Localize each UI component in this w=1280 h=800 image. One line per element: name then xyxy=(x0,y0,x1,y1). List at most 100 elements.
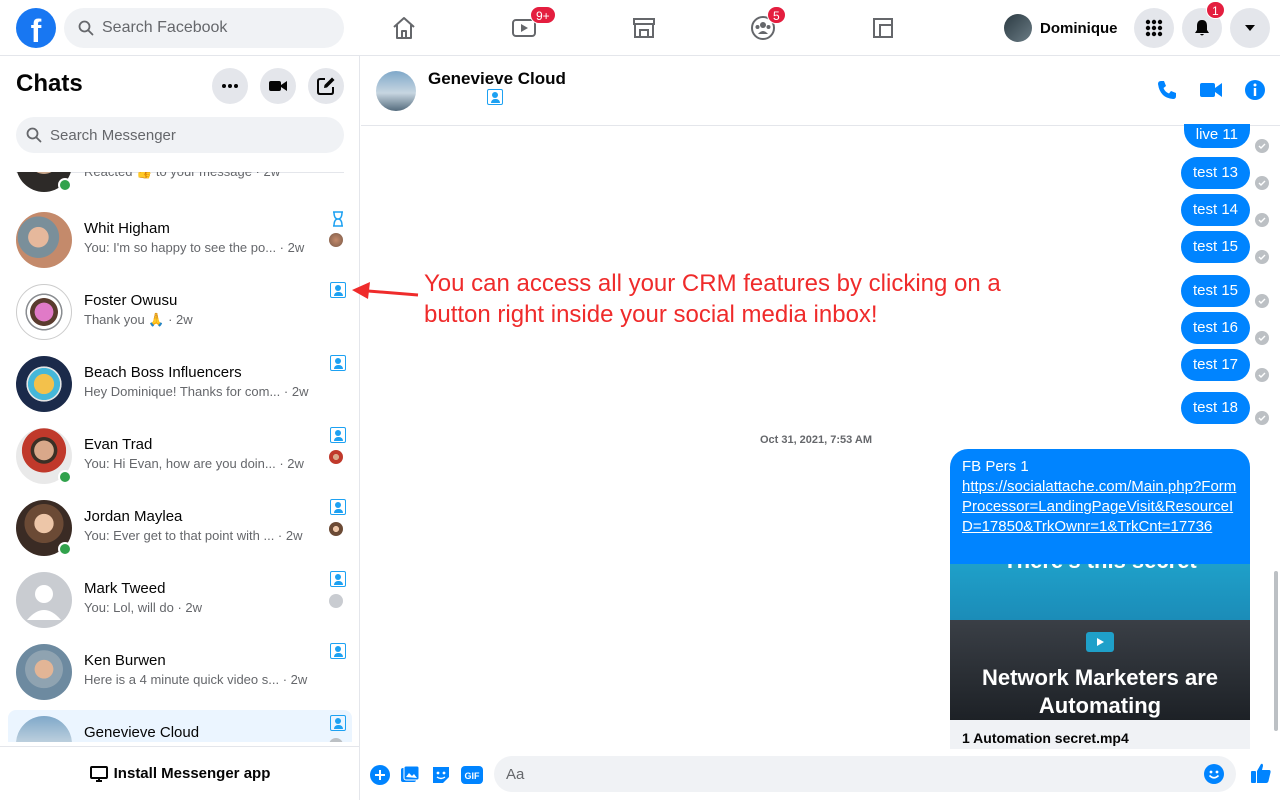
chat-item[interactable]: Jordan Maylea You: Ever get to that poin… xyxy=(8,494,352,562)
home-nav-button[interactable] xyxy=(386,10,422,46)
link-preview-card[interactable]: FB Pers 1 https://socialattache.com/Main… xyxy=(950,449,1250,749)
annotation-arrow xyxy=(352,282,419,299)
marketplace-nav-button[interactable] xyxy=(626,10,662,46)
image-icon xyxy=(401,765,420,782)
video-title: Network Marketers are Automating xyxy=(981,665,1218,718)
message-bubble[interactable]: test 16 xyxy=(1180,312,1250,344)
crm-button[interactable] xyxy=(330,499,346,515)
card-link[interactable]: https://socialattache.com/Main.php?FormP… xyxy=(962,478,1236,535)
chat-item[interactable]: Beach Boss Influencers Hey Dominique! Th… xyxy=(8,350,352,418)
message-timestamp: Oct 31, 2021, 7:53 AM xyxy=(759,434,873,446)
chat-item[interactable]: Reacted 👍 to your message · 2w xyxy=(8,172,352,198)
seen-avatar xyxy=(329,450,343,464)
conversation-info-button[interactable] xyxy=(1243,78,1267,102)
watch-nav-button[interactable]: 9+ xyxy=(506,6,556,46)
bell-icon xyxy=(1195,20,1209,36)
message-bubble[interactable]: test 14 xyxy=(1180,194,1250,226)
groups-nav-button[interactable]: 5 xyxy=(745,6,786,46)
facebook-search-input[interactable] xyxy=(102,19,322,37)
scrollbar[interactable] xyxy=(1274,571,1278,731)
contact-name[interactable]: Genevieve Cloud xyxy=(428,69,566,89)
message-bubble[interactable]: test 17 xyxy=(1180,349,1250,381)
contact-avatar[interactable] xyxy=(376,71,416,111)
messenger-search-input[interactable] xyxy=(50,126,310,144)
notifications-button[interactable]: 1 xyxy=(1182,1,1225,48)
message-bubble[interactable]: test 15 xyxy=(1180,231,1250,263)
profile-avatar xyxy=(1004,14,1032,42)
groups-badge: 5 xyxy=(767,6,786,24)
chat-name: Ken Burwen xyxy=(84,652,166,669)
conversation-header: Genevieve Cloud xyxy=(361,56,1280,126)
avatar xyxy=(16,356,72,412)
home-icon xyxy=(393,17,415,39)
gaming-nav-button[interactable] xyxy=(865,10,901,46)
facebook-search[interactable] xyxy=(64,8,344,48)
chat-name: Mark Tweed xyxy=(84,580,166,597)
crm-button[interactable] xyxy=(330,715,346,731)
phone-icon xyxy=(1158,81,1176,99)
message-bubble[interactable]: test 13 xyxy=(1180,157,1250,189)
crm-button[interactable] xyxy=(330,643,346,659)
chat-item[interactable]: Ken Burwen Here is a 4 minute quick vide… xyxy=(8,638,352,706)
delivered-check-icon xyxy=(1255,331,1269,345)
conversation-panel: Genevieve Cloud live 11 test 13 test 14 … xyxy=(361,56,1280,800)
sticker-button[interactable] xyxy=(430,764,452,786)
facebook-logo[interactable]: f xyxy=(16,8,56,49)
more-icon xyxy=(222,84,238,88)
menu-button[interactable] xyxy=(1134,8,1174,48)
chat-item-active[interactable]: Genevieve Cloud xyxy=(8,710,352,742)
grid-menu-icon xyxy=(1145,19,1163,37)
new-message-button[interactable] xyxy=(308,68,344,104)
video-camera-icon xyxy=(269,81,287,91)
default-avatar-icon xyxy=(27,585,61,620)
audio-call-button[interactable] xyxy=(1155,78,1179,102)
chat-preview: You: I'm so happy to see the po... · 2w xyxy=(84,240,305,255)
message-input[interactable] xyxy=(506,765,1186,783)
gaming-icon xyxy=(873,18,893,38)
emoji-icon[interactable] xyxy=(1204,764,1224,784)
message-bubble[interactable]: live 11 xyxy=(1183,124,1250,148)
install-messenger-button[interactable]: Install Messenger app xyxy=(0,746,359,800)
avatar xyxy=(16,284,72,340)
send-like-button[interactable] xyxy=(1250,762,1272,784)
avatar xyxy=(16,716,72,742)
sticker-icon xyxy=(433,767,449,783)
chat-preview: Reacted 👍 to your message · 2w xyxy=(84,172,280,180)
video-call-button[interactable] xyxy=(1199,78,1223,102)
crm-button[interactable] xyxy=(487,89,503,105)
account-button[interactable] xyxy=(1230,8,1270,48)
video-thumbnail[interactable]: Network Marketers are Automating xyxy=(950,620,1250,720)
new-room-button[interactable] xyxy=(260,68,296,104)
options-button[interactable] xyxy=(212,68,248,104)
annotation-text: You can access all your CRM features by … xyxy=(424,270,1001,328)
crm-button[interactable] xyxy=(330,282,346,298)
notifications-badge: 1 xyxy=(1206,1,1225,19)
search-icon xyxy=(78,20,94,36)
crm-button[interactable] xyxy=(330,355,346,371)
message-bubble[interactable]: test 15 xyxy=(1180,275,1250,307)
avatar xyxy=(16,572,72,628)
gif-button[interactable]: GIF xyxy=(461,764,483,786)
message-input-wrapper[interactable] xyxy=(494,756,1236,792)
chat-item[interactable]: Foster Owusu Thank you 🙏 · 2w xyxy=(8,278,352,346)
chats-sidebar: Chats Reacted 👍 to your message · 2w Whi… xyxy=(0,56,360,800)
crm-button[interactable] xyxy=(330,571,346,587)
chat-item[interactable]: Whit Higham You: I'm so happy to see the… xyxy=(8,206,352,274)
avatar xyxy=(16,212,72,268)
hourglass-icon[interactable] xyxy=(332,211,344,227)
card-image-top-text: There's this secret xyxy=(950,564,1250,574)
play-icon[interactable] xyxy=(1086,632,1114,652)
chat-item[interactable]: Mark Tweed You: Lol, will do · 2w xyxy=(8,566,352,634)
message-bubble[interactable]: test 18 xyxy=(1180,392,1250,424)
compose-icon xyxy=(317,77,335,95)
profile-button[interactable]: Dominique xyxy=(1000,10,1126,46)
search-icon xyxy=(26,127,42,143)
chat-item[interactable]: Evan Trad You: Hi Evan, how are you doin… xyxy=(8,422,352,490)
attach-photo-button[interactable] xyxy=(399,764,421,786)
svg-text:GIF: GIF xyxy=(465,771,481,781)
store-icon xyxy=(633,18,655,38)
messenger-search[interactable] xyxy=(16,117,344,153)
crm-button[interactable] xyxy=(330,427,346,443)
more-actions-button[interactable] xyxy=(369,764,391,786)
chat-name: Whit Higham xyxy=(84,220,170,237)
